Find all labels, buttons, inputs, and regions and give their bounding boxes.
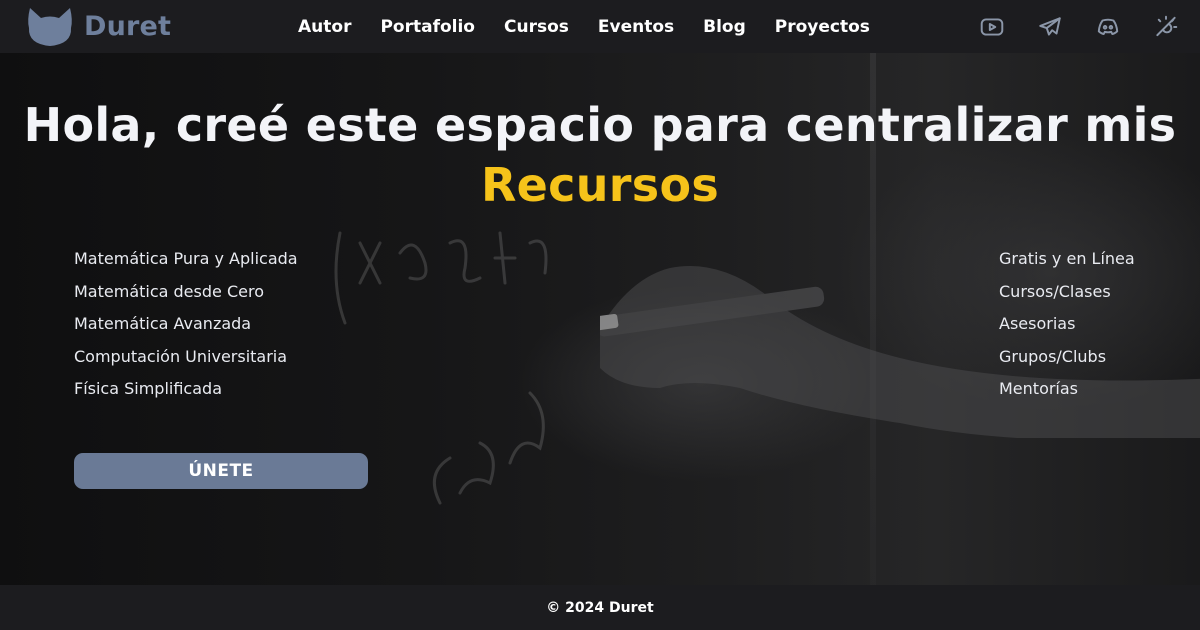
hero-headline-text: Hola, creé este espacio para centralizar…	[23, 98, 1177, 152]
navbar: Duret Autor Portafolio Cursos Eventos Bl…	[0, 0, 1200, 53]
copyright-text: © 2024 Duret	[546, 599, 654, 616]
nav-link-proyectos[interactable]: Proyectos	[775, 17, 870, 37]
social-icons	[978, 0, 1180, 53]
topics-list: Matemática Pura y Aplicada Matemática de…	[74, 243, 298, 406]
topic-item: Matemática desde Cero	[74, 281, 264, 301]
nav-link-eventos[interactable]: Eventos	[598, 17, 674, 37]
topic-item: Matemática Avanzada	[74, 314, 252, 333]
brand-name: Duret	[84, 11, 172, 42]
offering-item: Grupos/Clubs	[999, 346, 1107, 366]
join-button[interactable]: ÚNETE	[74, 453, 368, 489]
topic-item: Computación Universitaria	[74, 346, 288, 366]
offerings-list: Gratis y en Línea Cursos/Clases Asesoria…	[999, 243, 1135, 406]
theme-toggle-icon[interactable]	[1152, 13, 1180, 41]
brand-link[interactable]: Duret	[26, 4, 171, 49]
discord-icon[interactable]	[1094, 13, 1122, 41]
hero-headline: Hola, creé este espacio para centralizar…	[0, 95, 1200, 215]
offering-item: Gratis y en Línea	[999, 249, 1135, 268]
footer: © 2024 Duret	[0, 585, 1200, 630]
offering-item: Asesorias	[999, 314, 1076, 333]
nav-link-cursos[interactable]: Cursos	[504, 17, 569, 37]
youtube-icon[interactable]	[978, 13, 1006, 41]
nav-link-blog[interactable]: Blog	[703, 17, 746, 37]
cat-head-icon	[28, 7, 72, 46]
nav-link-portafolio[interactable]: Portafolio	[380, 17, 475, 37]
hero-section: Hola, creé este espacio para centralizar…	[0, 53, 1200, 585]
offering-item: Cursos/Clases	[999, 281, 1111, 301]
hero-accent-word: Recursos	[480, 158, 720, 212]
telegram-icon[interactable]	[1036, 13, 1064, 41]
main-nav: Autor Portafolio Cursos Eventos Blog Pro…	[298, 0, 870, 53]
offering-item: Mentorías	[999, 379, 1079, 398]
nav-link-autor[interactable]: Autor	[298, 17, 351, 37]
topic-item: Física Simplificada	[74, 379, 222, 398]
topic-item: Matemática Pura y Aplicada	[74, 249, 298, 268]
